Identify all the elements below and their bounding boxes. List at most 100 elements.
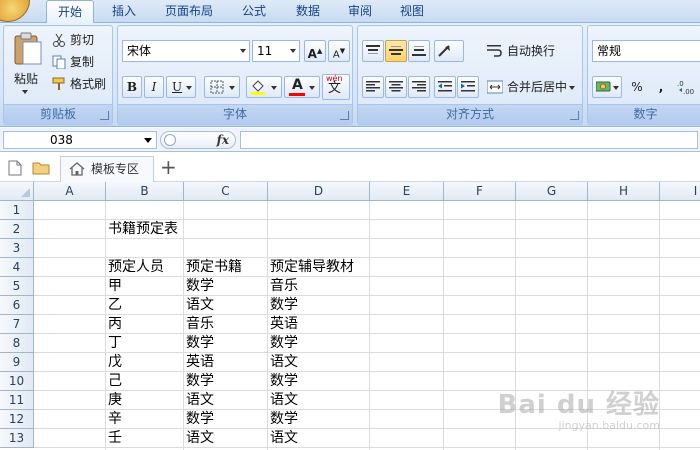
tab-formulas[interactable]: 公式	[232, 0, 276, 23]
cell-tutoring[interactable]: 数学	[268, 296, 298, 315]
cell-c4-header[interactable]: 预定书籍	[184, 258, 242, 277]
wrap-text-button[interactable]: 自动换行	[484, 40, 580, 62]
decrease-indent-button[interactable]	[434, 76, 456, 98]
paste-dropdown-icon[interactable]	[22, 90, 28, 94]
cell-person[interactable]: 丙	[106, 315, 122, 334]
tab-view[interactable]: 视图	[390, 0, 434, 23]
cell-book[interactable]: 音乐	[184, 315, 214, 334]
cell-person[interactable]: 壬	[106, 429, 122, 448]
comma-style-button[interactable]: ,	[650, 76, 672, 98]
column-header-i[interactable]: I	[660, 182, 700, 201]
borders-button[interactable]	[204, 76, 240, 98]
orientation-button[interactable]	[434, 40, 464, 62]
tab-insert[interactable]: 插入	[104, 0, 144, 23]
row-header-5[interactable]: 5	[0, 277, 34, 296]
merge-center-button[interactable]: 合并后居中	[484, 76, 582, 98]
doc-tab-template-zone[interactable]: 模板专区	[60, 156, 154, 182]
cell-person[interactable]: 庚	[106, 391, 122, 410]
column-header-e[interactable]: E	[370, 182, 444, 201]
grow-font-button[interactable]: A▲	[304, 40, 326, 62]
cell-book[interactable]: 语文	[184, 391, 214, 410]
cell-book[interactable]: 数学	[184, 334, 214, 353]
open-folder-icon[interactable]	[32, 161, 50, 175]
row-header-4[interactable]: 4	[0, 258, 34, 277]
cell-tutoring[interactable]: 英语	[268, 315, 298, 334]
row-header-1[interactable]: 1	[0, 201, 34, 220]
cell-book[interactable]: 数学	[184, 277, 214, 296]
cell-person[interactable]: 乙	[106, 296, 122, 315]
cell-book[interactable]: 语文	[184, 296, 214, 315]
row-header-2[interactable]: 2	[0, 220, 34, 239]
font-size-combo[interactable]: 11	[252, 40, 300, 62]
format-painter-button[interactable]: 格式刷	[52, 76, 112, 94]
cell-tutoring[interactable]: 数学	[268, 410, 298, 429]
cell-tutoring[interactable]: 语文	[268, 429, 298, 448]
new-document-icon[interactable]	[8, 160, 22, 176]
cell-person[interactable]: 甲	[106, 277, 122, 296]
row-header-10[interactable]: 10	[0, 372, 34, 391]
cell-book[interactable]: 数学	[184, 372, 214, 391]
underline-dropdown-icon[interactable]	[186, 86, 192, 90]
align-bottom-button[interactable]	[408, 40, 430, 62]
cell-tutoring[interactable]: 音乐	[268, 277, 298, 296]
office-button[interactable]	[0, 0, 30, 22]
row-header-13[interactable]: 13	[0, 429, 34, 448]
accounting-dropdown-icon[interactable]	[613, 86, 619, 90]
fill-color-dropdown-icon[interactable]	[271, 86, 277, 90]
increase-indent-button[interactable]	[457, 76, 479, 98]
name-box-dropdown-icon[interactable]	[144, 138, 152, 143]
font-name-dropdown-icon[interactable]	[240, 49, 246, 53]
cell-person[interactable]: 戊	[106, 353, 122, 372]
cell-person[interactable]: 丁	[106, 334, 122, 353]
underline-button[interactable]: U	[166, 76, 196, 98]
row-header-7[interactable]: 7	[0, 315, 34, 334]
column-header-f[interactable]: F	[444, 182, 516, 201]
shrink-font-button[interactable]: A▼	[328, 40, 350, 62]
font-size-dropdown-icon[interactable]	[290, 49, 296, 53]
font-dialog-launcher-icon[interactable]	[340, 111, 349, 120]
cell-b4-header[interactable]: 预定人员	[106, 258, 164, 277]
column-header-c[interactable]: C	[184, 182, 268, 201]
cell-book[interactable]: 英语	[184, 353, 214, 372]
cell-tutoring[interactable]: 语文	[268, 353, 298, 372]
font-name-combo[interactable]: 宋体	[122, 40, 250, 62]
paste-button[interactable]: 粘贴	[8, 30, 44, 100]
font-color-button[interactable]: A	[284, 76, 320, 98]
cut-button[interactable]: 剪切	[52, 32, 110, 50]
align-top-button[interactable]	[362, 40, 384, 62]
percent-style-button[interactable]: %	[626, 76, 648, 98]
cell-book[interactable]: 语文	[184, 429, 214, 448]
cell-b2-title[interactable]: 书籍预定表	[106, 220, 178, 239]
row-header-8[interactable]: 8	[0, 334, 34, 353]
row-header-6[interactable]: 6	[0, 296, 34, 315]
phonetic-guide-button[interactable]: wén 文	[322, 74, 350, 100]
tab-data[interactable]: 数据	[286, 0, 330, 23]
cell-tutoring[interactable]: 语文	[268, 391, 298, 410]
select-all-corner[interactable]	[0, 182, 34, 201]
clipboard-dialog-launcher-icon[interactable]	[100, 111, 109, 120]
accounting-format-button[interactable]	[592, 76, 622, 98]
font-color-dropdown-icon[interactable]	[309, 86, 315, 90]
name-box[interactable]: 038	[3, 131, 157, 149]
tab-page-layout[interactable]: 页面布局	[156, 0, 222, 23]
fill-color-button[interactable]	[246, 76, 282, 98]
tab-home[interactable]: 开始	[46, 0, 94, 24]
cell-person[interactable]: 辛	[106, 410, 122, 429]
row-header-12[interactable]: 12	[0, 410, 34, 429]
cell-person[interactable]: 己	[106, 372, 122, 391]
tab-review[interactable]: 审阅	[338, 0, 382, 23]
insert-function-button[interactable]: fx	[217, 132, 229, 149]
cell-book[interactable]: 数学	[184, 410, 214, 429]
row-header-3[interactable]: 3	[0, 239, 34, 258]
cell-tutoring[interactable]: 数学	[268, 372, 298, 391]
bold-button[interactable]: B	[122, 76, 142, 98]
column-header-g[interactable]: G	[516, 182, 588, 201]
cell-d4-header[interactable]: 预定辅导教材	[268, 258, 354, 277]
copy-button[interactable]: 复制	[52, 54, 110, 72]
column-header-h[interactable]: H	[588, 182, 660, 201]
align-center-button[interactable]	[385, 76, 407, 98]
formula-input[interactable]	[240, 131, 698, 149]
add-tab-button[interactable]: +	[160, 154, 177, 180]
column-header-d[interactable]: D	[268, 182, 370, 201]
cell-tutoring[interactable]: 数学	[268, 334, 298, 353]
